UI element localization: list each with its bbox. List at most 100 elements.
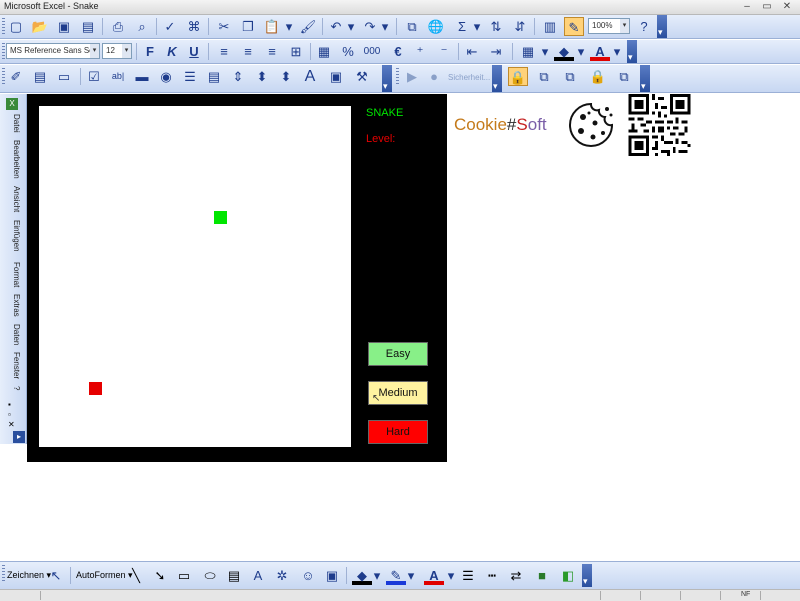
line-style-icon[interactable]: ☰: [458, 566, 478, 585]
underline-icon[interactable]: U: [184, 42, 204, 61]
line-color-dropdown-icon[interactable]: ▾: [406, 566, 416, 585]
textbox-icon[interactable]: ab|: [108, 67, 128, 86]
merge-center-icon[interactable]: ⊞: [286, 42, 306, 61]
undo-dropdown-icon[interactable]: ▾: [346, 17, 356, 36]
font-color-dropdown-icon[interactable]: ▾: [612, 42, 622, 61]
decrease-indent-icon[interactable]: ⇤: [462, 42, 482, 61]
share-workbook-icon[interactable]: ⧉: [614, 67, 634, 86]
sort-ascending-icon[interactable]: ⇅: [486, 17, 506, 36]
excel-icon[interactable]: X: [6, 98, 18, 110]
toolbar-options-icon[interactable]: [582, 564, 592, 587]
menu-tools[interactable]: Extras: [3, 294, 21, 317]
autosum-icon[interactable]: Σ: [452, 17, 472, 36]
save-icon[interactable]: ▣: [54, 17, 74, 36]
chevron-down-icon[interactable]: ▾: [122, 44, 131, 58]
chevron-down-icon[interactable]: ▾: [90, 44, 99, 58]
print-icon[interactable]: ⎙: [108, 17, 128, 36]
align-center-icon[interactable]: ≡: [238, 42, 258, 61]
insert-link-icon[interactable]: ⧉: [402, 17, 422, 36]
borders-dropdown-icon[interactable]: ▾: [540, 42, 550, 61]
bold-icon[interactable]: F: [140, 42, 160, 61]
menu-data[interactable]: Daten: [3, 324, 21, 345]
zoom-field[interactable]: 100% ▾: [588, 18, 630, 34]
spin-button-icon[interactable]: ⬍: [252, 67, 272, 86]
menu-format[interactable]: Format: [3, 262, 21, 287]
sort-descending-icon[interactable]: ⇵: [510, 17, 530, 36]
hard-button[interactable]: Hard: [368, 420, 428, 444]
picture-icon[interactable]: ▣: [322, 566, 342, 585]
research-icon[interactable]: ⌘: [184, 17, 204, 36]
listbox-icon[interactable]: ☰: [180, 67, 200, 86]
menu-file[interactable]: Datei: [3, 114, 21, 133]
dash-style-icon[interactable]: ┅: [482, 566, 502, 585]
toolbar-grip[interactable]: [2, 43, 5, 60]
view-code-icon[interactable]: ▭: [54, 67, 74, 86]
restore-button[interactable]: ▭: [757, 0, 777, 13]
shadow-style-icon[interactable]: ■: [532, 566, 552, 585]
properties-icon[interactable]: ▤: [30, 67, 50, 86]
label-icon[interactable]: A: [300, 67, 320, 86]
help-icon[interactable]: ?: [634, 17, 654, 36]
font-color-icon[interactable]: A: [424, 566, 444, 585]
fill-color-dropdown-icon[interactable]: ▾: [372, 566, 382, 585]
borders-icon[interactable]: ▦: [518, 42, 538, 61]
undo-icon[interactable]: ↶: [326, 17, 346, 36]
fill-color-icon[interactable]: ◆: [352, 566, 372, 585]
increase-indent-icon[interactable]: ⇥: [486, 42, 506, 61]
fill-color-icon[interactable]: ◆: [554, 42, 574, 61]
italic-icon[interactable]: K: [162, 42, 182, 61]
spelling-icon[interactable]: ✓: [160, 17, 180, 36]
increase-decimal-icon[interactable]: ⁺: [410, 42, 430, 61]
scrollbar-icon[interactable]: ⬍: [276, 67, 296, 86]
menu-window[interactable]: Fenster: [3, 352, 21, 379]
design-mode-icon[interactable]: ✐: [6, 67, 26, 86]
checkbox-icon[interactable]: ☑: [84, 67, 104, 86]
menu-view[interactable]: Ansicht: [3, 186, 21, 212]
open-folder-icon[interactable]: 📂: [30, 17, 50, 36]
textbox-icon[interactable]: ▤: [224, 566, 244, 585]
security-label[interactable]: Sicherheit...: [448, 73, 490, 82]
toolbar-options-icon[interactable]: [627, 40, 637, 63]
option-button-icon[interactable]: ◉: [156, 67, 176, 86]
print-preview-icon[interactable]: ⌕: [132, 17, 152, 36]
chart-wizard-icon[interactable]: ▥: [540, 17, 560, 36]
command-button-icon[interactable]: ▬: [132, 67, 152, 86]
font-name-field[interactable]: MS Reference Sans Serif ▾: [6, 43, 100, 59]
menu-insert[interactable]: Einfügen: [3, 220, 21, 252]
combobox-icon[interactable]: ▤: [204, 67, 224, 86]
menu-edit[interactable]: Bearbeiten: [3, 140, 21, 179]
toolbar-grip[interactable]: [2, 565, 5, 582]
menu-help[interactable]: ?: [3, 386, 21, 390]
percent-icon[interactable]: %: [338, 42, 358, 61]
autoshapes-menu[interactable]: AutoFormen ▾: [76, 570, 133, 581]
thousands-icon[interactable]: 000: [362, 42, 382, 61]
3d-style-icon[interactable]: ◧: [558, 566, 578, 585]
close-icon[interactable]: ✕: [8, 420, 15, 429]
more-controls-icon[interactable]: ⚒: [352, 67, 372, 86]
minimize-icon[interactable]: ▪: [8, 400, 11, 409]
toolbar-options-icon[interactable]: [382, 65, 392, 92]
globe-icon[interactable]: 🌐: [426, 17, 446, 36]
lock-icon[interactable]: 🔒: [508, 67, 528, 86]
toolbar-grip[interactable]: [2, 68, 5, 85]
easy-button[interactable]: Easy: [368, 342, 428, 366]
decrease-decimal-icon[interactable]: ⁻: [434, 42, 454, 61]
paste-dropdown-icon[interactable]: ▾: [284, 17, 294, 36]
font-color-dropdown-icon[interactable]: ▾: [446, 566, 456, 585]
cut-icon[interactable]: ✂: [214, 17, 234, 36]
arrow-style-icon[interactable]: ⇄: [506, 566, 526, 585]
chevron-down-icon[interactable]: ▾: [620, 19, 629, 33]
new-document-icon[interactable]: ▢: [6, 17, 26, 36]
select-objects-icon[interactable]: ↖: [46, 566, 66, 585]
clipart-icon[interactable]: ☺: [298, 566, 318, 585]
record-macro-icon[interactable]: ●: [424, 67, 444, 86]
toolbar-grip[interactable]: [2, 18, 5, 35]
paste-icon[interactable]: 📋: [262, 17, 282, 36]
rectangle-icon[interactable]: ▭: [174, 566, 194, 585]
align-right-icon[interactable]: ≡: [262, 42, 282, 61]
redo-dropdown-icon[interactable]: ▾: [380, 17, 390, 36]
toggle-button-icon[interactable]: ⇕: [228, 67, 248, 86]
font-size-field[interactable]: 12 ▾: [102, 43, 132, 59]
redo-icon[interactable]: ↷: [360, 17, 380, 36]
format-painter-icon[interactable]: 🖌: [298, 17, 318, 36]
